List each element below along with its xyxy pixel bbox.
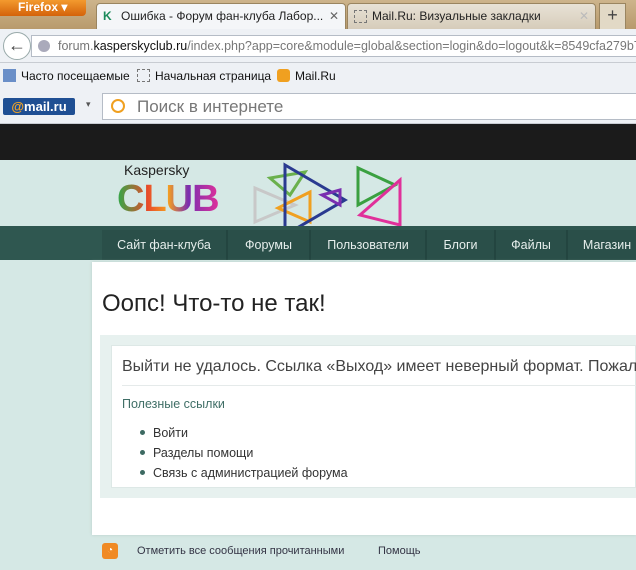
tab-label: Ошибка - Форум фан-клуба Лабор... <box>121 9 324 23</box>
blank-page-icon <box>354 10 367 23</box>
bookmark-most-visited[interactable]: Часто посещаемые <box>3 63 130 89</box>
bookmark-label: Начальная страница <box>155 69 272 83</box>
main-nav: Сайт фан-клуба Форумы Пользователи Блоги… <box>0 226 636 260</box>
nav-fanclub-site[interactable]: Сайт фан-клуба <box>102 230 228 260</box>
decorative-triangles <box>253 162 402 226</box>
search-input[interactable]: Поиск в интернете <box>102 93 636 120</box>
useful-links-heading: Полезные ссылки <box>122 397 225 411</box>
firefox-menu-button[interactable]: Firefox ▾ <box>0 0 86 16</box>
close-tab-icon[interactable]: ✕ <box>579 4 589 28</box>
link-login[interactable]: Войти <box>140 423 348 443</box>
mark-all-read-link[interactable]: Отметить все сообщения прочитанными <box>137 540 344 562</box>
link-contact-admin[interactable]: Связь с администрацией форума <box>140 463 348 483</box>
url-path: /index.php?app=core&module=global&sectio… <box>187 39 636 53</box>
nav-files[interactable]: Файлы <box>496 230 568 260</box>
mailru-icon <box>277 69 290 82</box>
site-header: Kaspersky CLUB <box>0 160 636 226</box>
nav-forums[interactable]: Форумы <box>228 230 311 260</box>
close-tab-icon[interactable]: ✕ <box>329 4 339 28</box>
error-message: Выйти не удалось. Ссылка «Выход» имеет н… <box>122 358 636 386</box>
logo-club[interactable]: CLUB <box>117 178 220 221</box>
tab-active[interactable]: K Ошибка - Форум фан-клуба Лабор... ✕ <box>96 3 346 29</box>
firefox-menu-label: Firefox <box>18 0 59 14</box>
bookmark-label: Mail.Ru <box>295 69 336 83</box>
mailru-logo[interactable]: @mail.ru <box>3 98 75 115</box>
rss-icon[interactable]: ◔ <box>102 543 118 559</box>
tab-label: Mail.Ru: Визуальные закладки <box>372 9 541 23</box>
new-tab-button[interactable]: + <box>599 3 626 29</box>
browser-tab-bar: Firefox ▾ K Ошибка - Форум фан-клуба Лаб… <box>0 0 636 29</box>
link-help-sections[interactable]: Разделы помощи <box>140 443 348 463</box>
bookmark-mailru[interactable]: Mail.Ru <box>277 63 336 89</box>
dropdown-arrow-icon[interactable]: ▾ <box>86 99 91 110</box>
globe-icon <box>38 40 50 52</box>
mailru-toolbar: @mail.ru ▾ Поиск в интернете <box>0 89 636 124</box>
error-box: Выйти не удалось. Ссылка «Выход» имеет н… <box>111 345 636 488</box>
logo-kaspersky-text: Kaspersky <box>124 162 190 178</box>
search-placeholder: Поиск в интернете <box>137 97 284 116</box>
back-button[interactable]: ← <box>3 32 31 60</box>
search-icon <box>111 99 125 113</box>
bookmark-icon <box>3 69 16 82</box>
site-top-bar <box>0 124 636 160</box>
help-link[interactable]: Помощь <box>378 540 421 562</box>
blank-page-icon <box>137 69 150 82</box>
mailru-logo-text: mail.ru <box>24 99 67 114</box>
nav-blogs[interactable]: Блоги <box>427 230 496 260</box>
page-title: Оопс! Что-то не так! <box>102 290 326 317</box>
url-domain: kasperskyclub.ru <box>93 39 188 53</box>
nav-shop[interactable]: Магазин <box>568 230 636 260</box>
bookmark-label: Часто посещаемые <box>21 69 130 83</box>
bookmarks-bar: Часто посещаемые Начальная страница Mail… <box>0 63 636 89</box>
kaspersky-favicon-icon: K <box>103 9 112 23</box>
nav-users[interactable]: Пользователи <box>311 230 427 260</box>
mailru-logo-at: @ <box>11 99 25 114</box>
footer: ◔ Отметить все сообщения прочитанными По… <box>0 540 636 570</box>
url-prefix: forum. <box>58 39 94 53</box>
navigation-bar: forum.kasperskyclub.ru/index.php?app=cor… <box>0 29 636 63</box>
bookmark-home-page[interactable]: Начальная страница <box>137 63 271 89</box>
useful-links-list: Войти Разделы помощи Связь с администрац… <box>140 423 348 483</box>
tab-mailru[interactable]: Mail.Ru: Визуальные закладки ✕ <box>347 3 596 29</box>
url-bar[interactable]: forum.kasperskyclub.ru/index.php?app=cor… <box>31 35 636 57</box>
